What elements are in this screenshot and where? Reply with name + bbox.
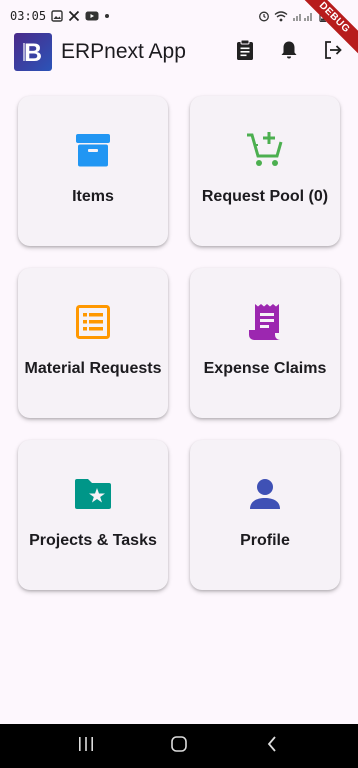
status-time: 03:05 xyxy=(10,9,47,23)
receipt-icon xyxy=(245,302,285,342)
archive-box-icon xyxy=(73,130,113,170)
x-notification-icon xyxy=(68,10,80,22)
projects-tasks-card[interactable]: Projects & Tasks xyxy=(18,440,168,590)
svg-text:B: B xyxy=(24,39,42,66)
back-button[interactable] xyxy=(252,731,292,761)
back-icon xyxy=(265,735,279,758)
more-notifications-dot-icon xyxy=(104,10,110,22)
gallery-notification-icon xyxy=(51,10,63,22)
notifications-button[interactable] xyxy=(278,41,300,63)
bell-icon xyxy=(280,40,298,65)
items-card-label: Items xyxy=(72,188,114,205)
expense-claims-card-label: Expense Claims xyxy=(203,360,327,377)
profile-card-label: Profile xyxy=(240,532,290,549)
home-button[interactable] xyxy=(159,731,199,761)
request-pool-card[interactable]: Request Pool (0) xyxy=(190,96,340,246)
app-title: ERPnext App xyxy=(61,40,186,63)
items-card[interactable]: Items xyxy=(18,96,168,246)
person-icon xyxy=(245,474,285,514)
recent-apps-icon xyxy=(77,736,95,757)
wifi-icon xyxy=(274,10,288,22)
profile-card[interactable]: Profile xyxy=(190,440,340,590)
clipboard-button[interactable] xyxy=(234,39,256,66)
app-bar: B ERPnext App xyxy=(0,32,358,72)
projects-tasks-card-label: Projects & Tasks xyxy=(29,532,157,549)
youtube-notification-icon xyxy=(85,10,99,22)
alarm-icon xyxy=(258,10,270,22)
home-icon xyxy=(170,735,188,758)
logout-button[interactable] xyxy=(322,40,344,65)
status-bar: 03:05 xyxy=(0,0,358,32)
folder-star-icon xyxy=(73,474,113,514)
signal-icon xyxy=(292,10,314,22)
logout-icon xyxy=(323,40,343,65)
add-shopping-cart-icon xyxy=(245,130,285,170)
clipboard-icon xyxy=(235,39,255,66)
material-requests-card-label: Material Requests xyxy=(24,360,162,377)
system-nav-bar xyxy=(0,724,358,768)
app-logo: B xyxy=(14,33,52,71)
request-pool-card-label: Request Pool (0) xyxy=(201,188,329,205)
recent-apps-button[interactable] xyxy=(66,731,106,761)
menu-grid: Items Request Pool (0) Material Requests… xyxy=(18,96,340,590)
expense-claims-card[interactable]: Expense Claims xyxy=(190,268,340,418)
material-requests-card[interactable]: Material Requests xyxy=(18,268,168,418)
list-alt-icon xyxy=(73,302,113,342)
